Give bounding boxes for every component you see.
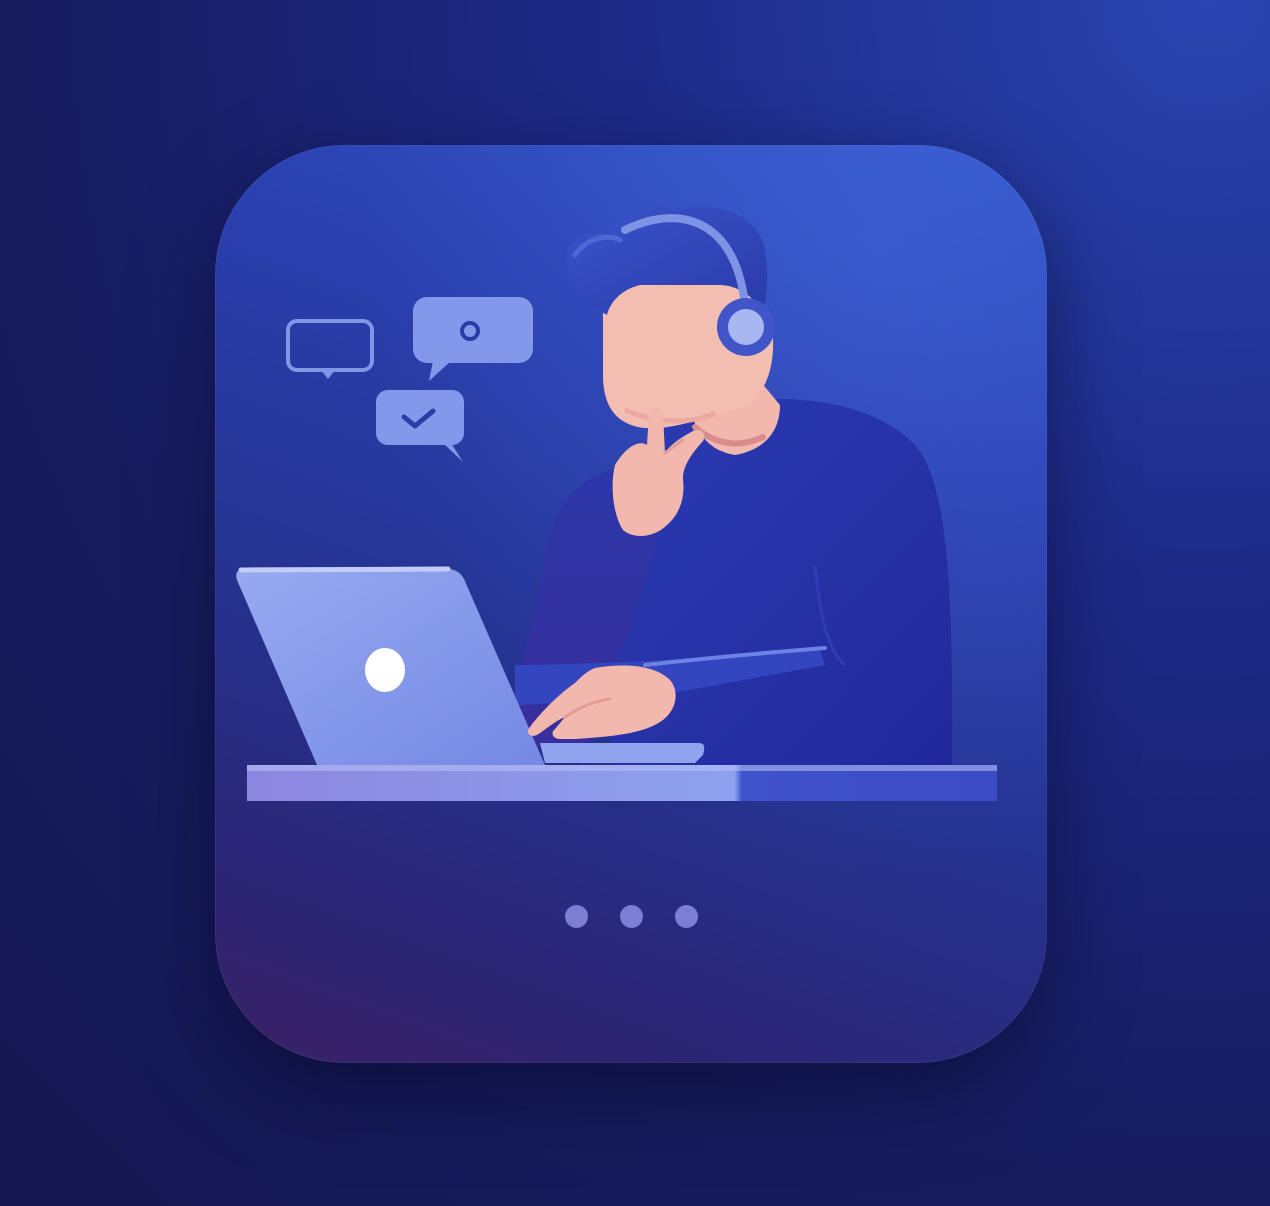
pagination-dot-3[interactable]	[674, 905, 698, 928]
speech-bubble-empty-icon	[286, 319, 374, 379]
app-canvas	[0, 0, 1270, 1206]
laptop-logo-icon	[365, 648, 405, 692]
pagination-dot-2[interactable]	[619, 905, 643, 928]
pagination-dots	[215, 905, 1047, 928]
speech-bubble-check-icon	[376, 390, 464, 462]
desk	[247, 765, 997, 801]
pagination-dot-1[interactable]	[564, 905, 588, 928]
speech-bubble-circle-icon	[413, 297, 533, 381]
onboarding-card	[215, 145, 1047, 1063]
